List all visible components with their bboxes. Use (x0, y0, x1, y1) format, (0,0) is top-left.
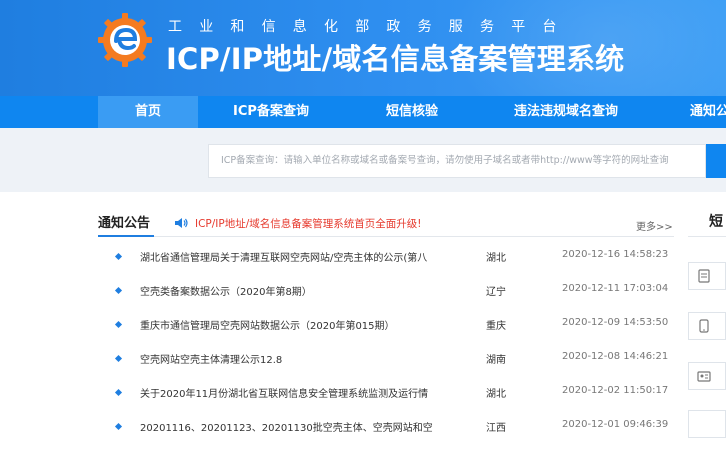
notice-row-date: 2020-12-02 11:50:17 (562, 385, 669, 396)
document-icon (698, 269, 710, 283)
notice-row-date: 2020-12-01 09:46:39 (562, 419, 669, 430)
nav-sms-verify[interactable]: 短信核验 (362, 96, 462, 128)
notice-row[interactable]: 关于2020年11月份湖北省互联网信息安全管理系统监测及运行情 湖北 2020-… (110, 384, 680, 404)
bullet-icon (114, 286, 123, 295)
bullet-icon (114, 422, 123, 431)
notice-row-region: 湖北 (486, 253, 506, 264)
nav-home[interactable]: 首页 (98, 96, 198, 128)
notice-tab-underline (98, 235, 154, 237)
sms-panel-heading: 短 (709, 214, 723, 230)
notice-row-date: 2020-12-09 14:53:50 (562, 317, 669, 328)
notice-row-region: 辽宁 (486, 287, 506, 298)
notice-row-title[interactable]: 空壳网站空壳主体清理公示12.8 (140, 351, 458, 366)
site-header: 工业和信息化部政务服务平台 ICP/IP地址/域名信息备案管理系统 (0, 0, 726, 96)
phone-icon (699, 319, 709, 333)
site-title: ICP/IP地址/域名信息备案管理系统 (166, 42, 625, 76)
notice-row[interactable]: 空壳网站空壳主体清理公示12.8 湖南 2020-12-08 14:46:21 (110, 350, 680, 370)
sms-field-1[interactable] (688, 262, 726, 290)
speaker-icon (175, 218, 188, 228)
notice-row-region: 江西 (486, 423, 506, 434)
notice-row-region: 重庆 (486, 321, 506, 332)
notice-row[interactable]: 20201116、20201123、20201130批空壳主体、空壳网站和空 江… (110, 418, 680, 438)
gear-logo-icon[interactable] (96, 11, 154, 69)
bullet-icon (114, 388, 123, 397)
sms-field-2[interactable] (688, 312, 726, 340)
notice-row-date: 2020-12-11 17:03:04 (562, 283, 669, 294)
notice-row-title[interactable]: 空壳类备案数据公示（2020年第8期） (140, 283, 458, 298)
id-card-icon (697, 371, 711, 382)
main-nav: 首页 ICP备案查询 短信核验 违法违规域名查询 通知公 (0, 96, 726, 128)
more-link[interactable]: 更多>> (636, 218, 673, 233)
sms-panel-divider (688, 236, 726, 237)
nav-icp-query[interactable]: ICP备案查询 (208, 96, 334, 128)
notice-row-date: 2020-12-16 14:58:23 (562, 249, 669, 260)
notice-row-title[interactable]: 关于2020年11月份湖北省互联网信息安全管理系统监测及运行情 (140, 385, 458, 400)
notice-row[interactable]: 湖北省通信管理局关于清理互联网空壳网站/空壳主体的公示(第八 湖北 2020-1… (110, 248, 680, 268)
notice-divider (98, 236, 674, 237)
notice-row-region: 湖南 (486, 355, 506, 366)
notice-row-title[interactable]: 20201116、20201123、20201130批空壳主体、空壳网站和空 (140, 419, 458, 434)
notice-heading[interactable]: 通知公告 (98, 212, 150, 231)
search-button[interactable] (706, 144, 726, 178)
announcement-marquee[interactable]: ICP/IP地址/域名信息备案管理系统首页全面升级! (195, 216, 421, 231)
bullet-icon (114, 354, 123, 363)
notice-row-title[interactable]: 湖北省通信管理局关于清理互联网空壳网站/空壳主体的公示(第八 (140, 249, 458, 264)
notice-row-title[interactable]: 重庆市通信管理局空壳网站数据公示（2020年第015期） (140, 317, 458, 332)
bullet-icon (114, 252, 123, 261)
sms-field-3[interactable] (688, 362, 726, 390)
notice-row[interactable]: 重庆市通信管理局空壳网站数据公示（2020年第015期） 重庆 2020-12-… (110, 316, 680, 336)
nav-illegal-domain-query[interactable]: 违法违规域名查询 (496, 96, 636, 128)
nav-notice[interactable]: 通知公 (676, 96, 726, 128)
notice-row-region: 湖北 (486, 389, 506, 400)
search-input[interactable]: ICP备案查询：请输入单位名称或域名或备案号查询，请勿使用子域名或者带http:… (208, 144, 706, 178)
notice-row-date: 2020-12-08 14:46:21 (562, 351, 669, 362)
notice-row[interactable]: 空壳类备案数据公示（2020年第8期） 辽宁 2020-12-11 17:03:… (110, 282, 680, 302)
bullet-icon (114, 320, 123, 329)
site-subtitle: 工业和信息化部政务服务平台 (168, 19, 574, 35)
sms-field-4[interactable] (688, 410, 726, 438)
